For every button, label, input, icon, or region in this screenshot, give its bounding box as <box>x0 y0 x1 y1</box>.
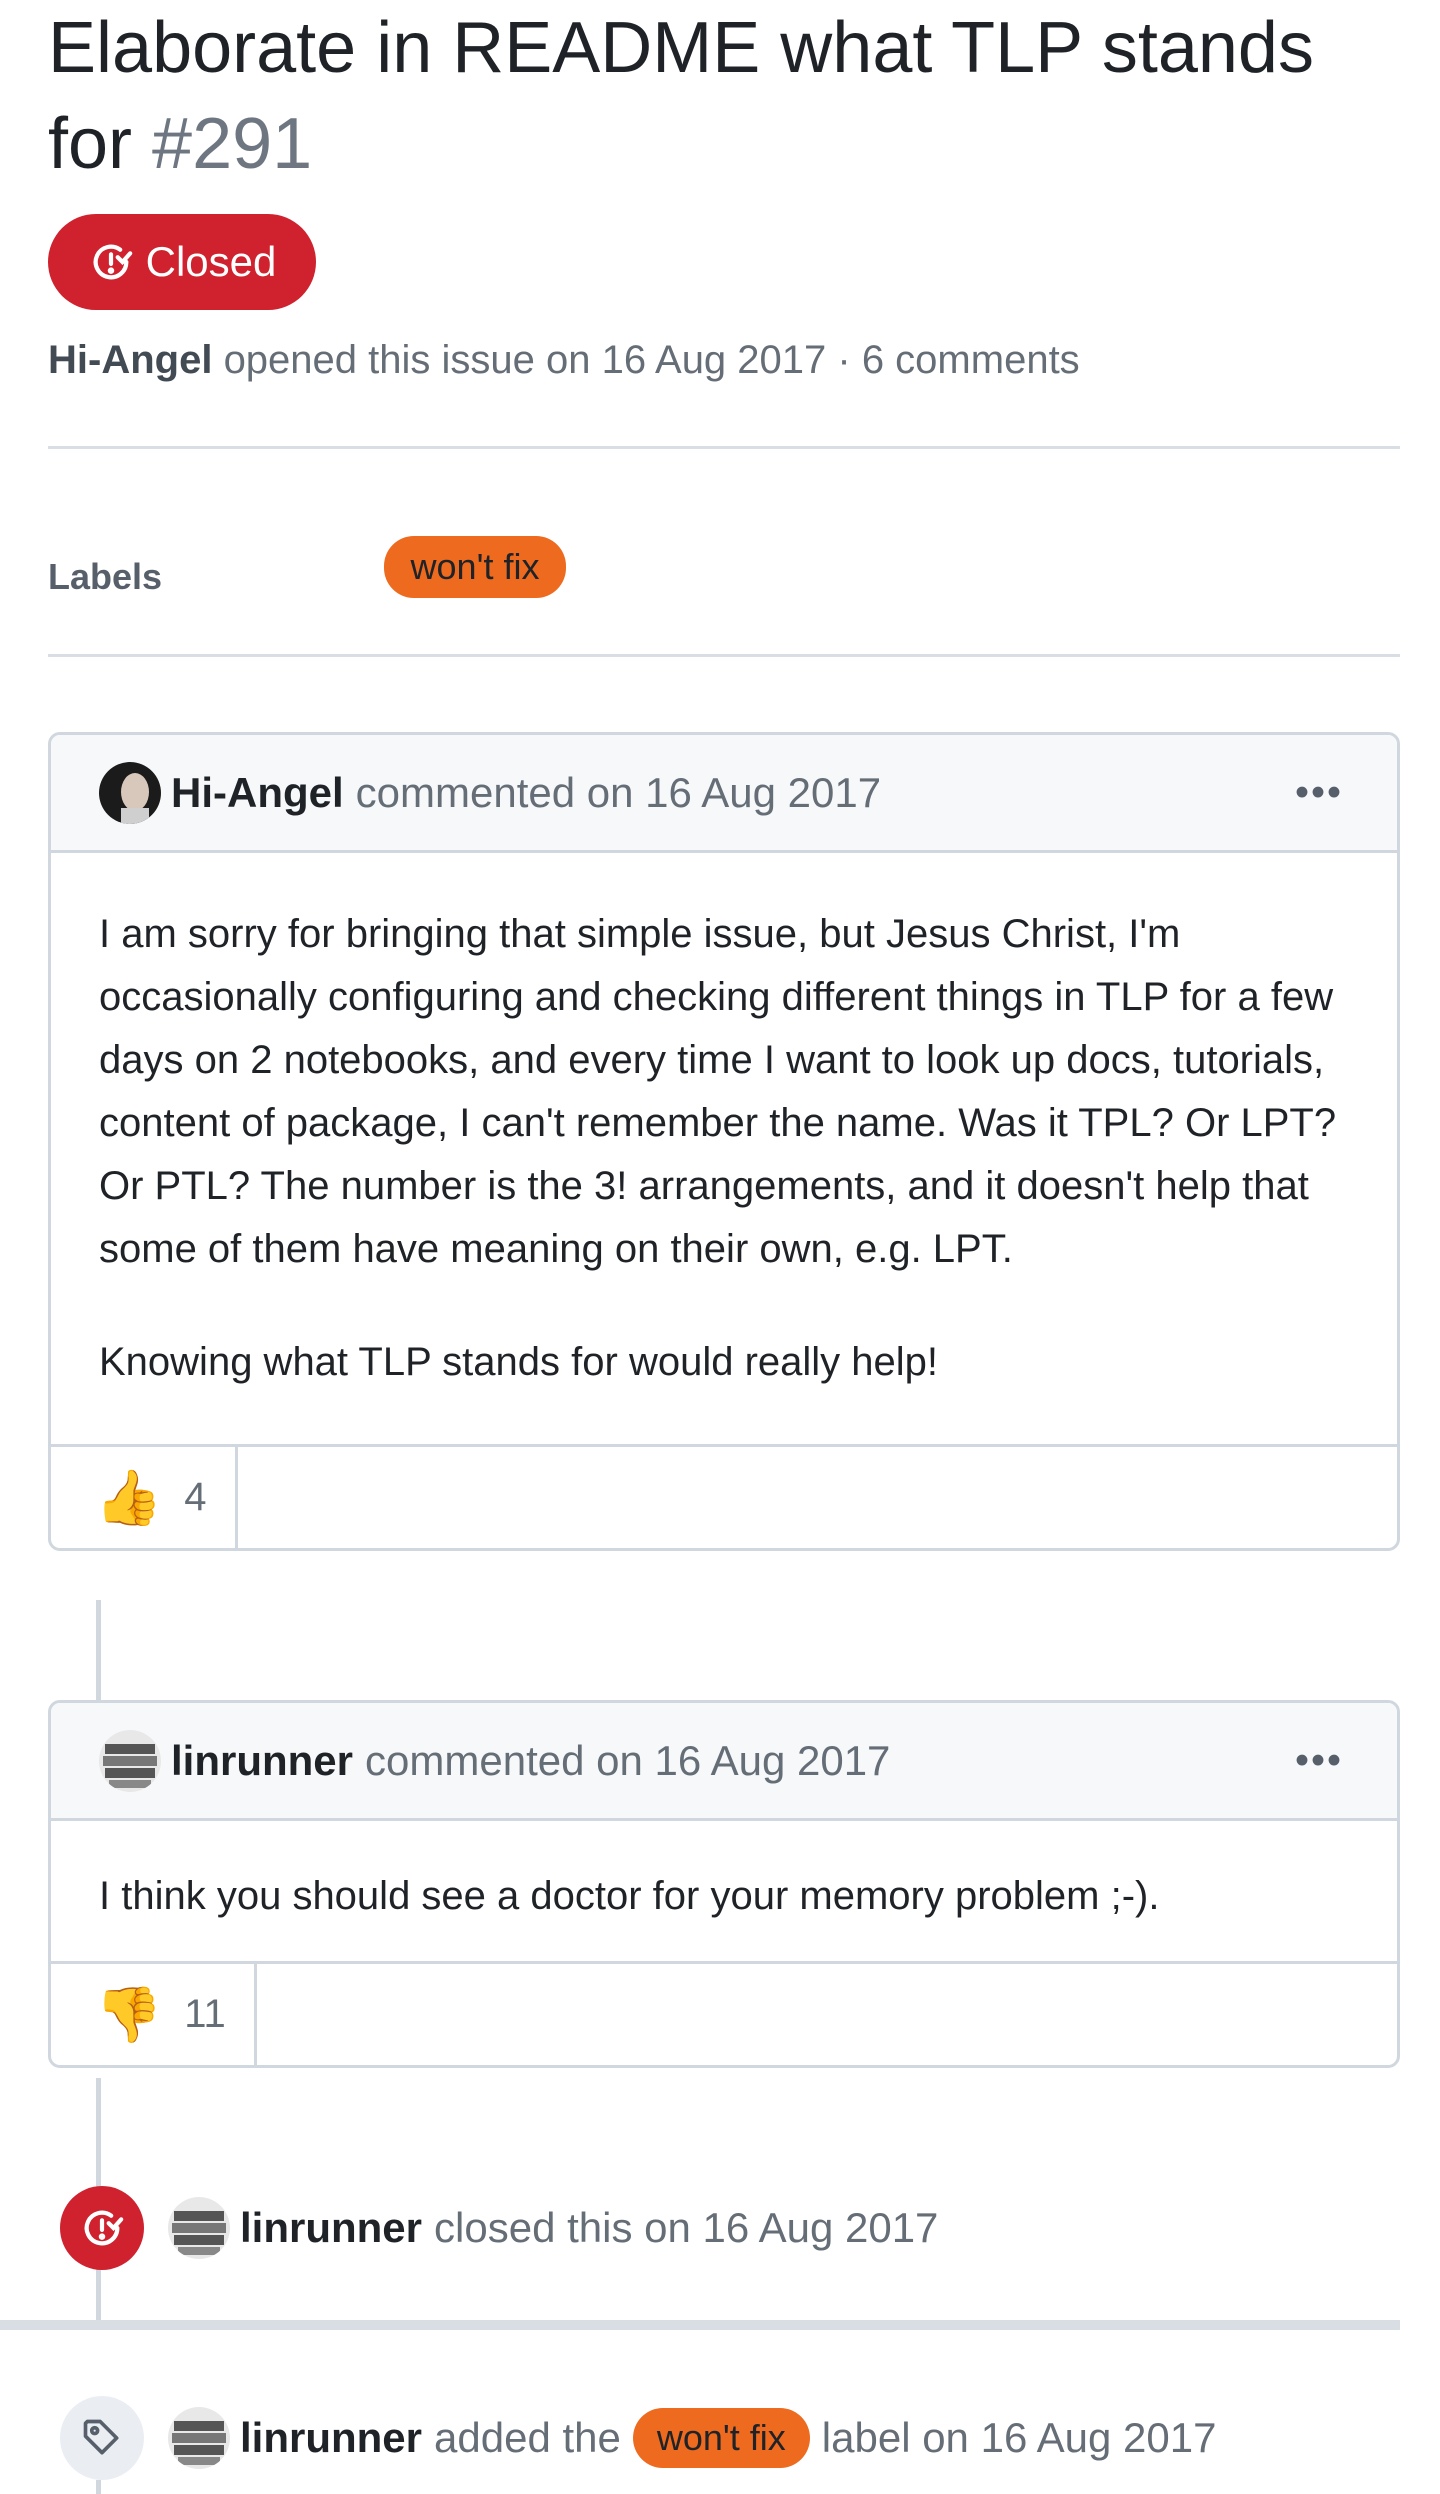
comment-header: linrunner commented on 16 Aug 2017 ••• <box>51 1703 1397 1821</box>
comment-action: commented on 16 Aug 2017 <box>355 768 882 816</box>
issue-state-badge: Closed <box>48 214 316 310</box>
comment-action: commented on 16 Aug 2017 <box>365 1736 891 1784</box>
avatar[interactable] <box>99 1729 161 1792</box>
event-text: closed this on 16 Aug 2017 <box>434 2204 939 2251</box>
reaction-count: 11 <box>184 1992 226 2036</box>
comment-author[interactable]: Hi-Angel <box>171 769 344 817</box>
timeline-break <box>0 2320 1400 2330</box>
thumbs-down-icon: 👎 <box>95 1984 163 2045</box>
event-actor[interactable]: linrunner <box>240 2414 422 2462</box>
kebab-icon[interactable]: ••• <box>1295 770 1343 815</box>
avatar[interactable] <box>99 761 161 824</box>
thumbs-up-icon: 👍 <box>95 1467 163 1528</box>
event-text-post: label on 16 Aug 2017 <box>821 2414 1217 2461</box>
issue-author-link[interactable]: Hi-Angel <box>48 338 212 382</box>
comment-footer: 👍 4 <box>51 1444 1397 1548</box>
event-text-pre: added the <box>434 2414 621 2461</box>
comment-body: I am sorry for bringing that simple issu… <box>51 853 1397 1444</box>
comment-author[interactable]: linrunner <box>171 1737 353 1785</box>
comment-paragraph: I think you should see a doctor for your… <box>99 1874 1160 1918</box>
divider <box>48 446 1400 449</box>
issue-closed-icon <box>93 244 132 280</box>
comment-footer: 👎 11 <box>51 1961 1397 2065</box>
event-actor[interactable]: linrunner <box>240 2204 422 2252</box>
kebab-icon[interactable]: ••• <box>1295 1738 1343 1783</box>
avatar[interactable] <box>168 2407 230 2469</box>
timeline-event-closed: linrunner closed this on 16 Aug 2017 <box>60 2186 938 2270</box>
timeline-event-labeled: linrunner added the won't fix label on 1… <box>60 2396 1217 2480</box>
timeline-connector <box>96 2480 101 2494</box>
comment-paragraph: Knowing what TLP stands for would really… <box>99 1340 939 1384</box>
comment-body: I think you should see a doctor for your… <box>51 1821 1397 1961</box>
comment-card: Hi-Angel commented on 16 Aug 2017 ••• I … <box>48 732 1400 1551</box>
avatar[interactable] <box>168 2197 230 2259</box>
reaction-thumbs-up[interactable]: 👍 4 <box>51 1447 238 1548</box>
timeline-connector <box>96 2078 101 2188</box>
divider <box>48 654 1400 657</box>
issue-closed-icon <box>60 2186 144 2270</box>
comment-paragraph: I am sorry for bringing that simple issu… <box>99 912 1337 1271</box>
reaction-thumbs-down[interactable]: 👎 11 <box>51 1964 257 2065</box>
issue-state-label: Closed <box>145 238 277 285</box>
label-wont-fix[interactable]: won't fix <box>632 2408 810 2468</box>
timeline-connector <box>96 1600 101 1700</box>
issue-meta-text: opened this issue on 16 Aug 2017 · 6 com… <box>223 338 1080 382</box>
reaction-count: 4 <box>184 1475 207 1519</box>
comment-card: linrunner commented on 16 Aug 2017 ••• I… <box>48 1700 1400 2068</box>
issue-meta: Hi-Angel opened this issue on 16 Aug 201… <box>48 338 1080 383</box>
comment-header: Hi-Angel commented on 16 Aug 2017 ••• <box>51 735 1397 853</box>
issue-title: Elaborate in README what TLP stands for … <box>48 0 1408 192</box>
timeline-connector <box>96 2264 101 2324</box>
label-wont-fix[interactable]: won't fix <box>384 536 566 598</box>
issue-number: #291 <box>152 104 313 184</box>
labels-heading: Labels <box>48 556 163 597</box>
tag-icon <box>60 2396 144 2480</box>
